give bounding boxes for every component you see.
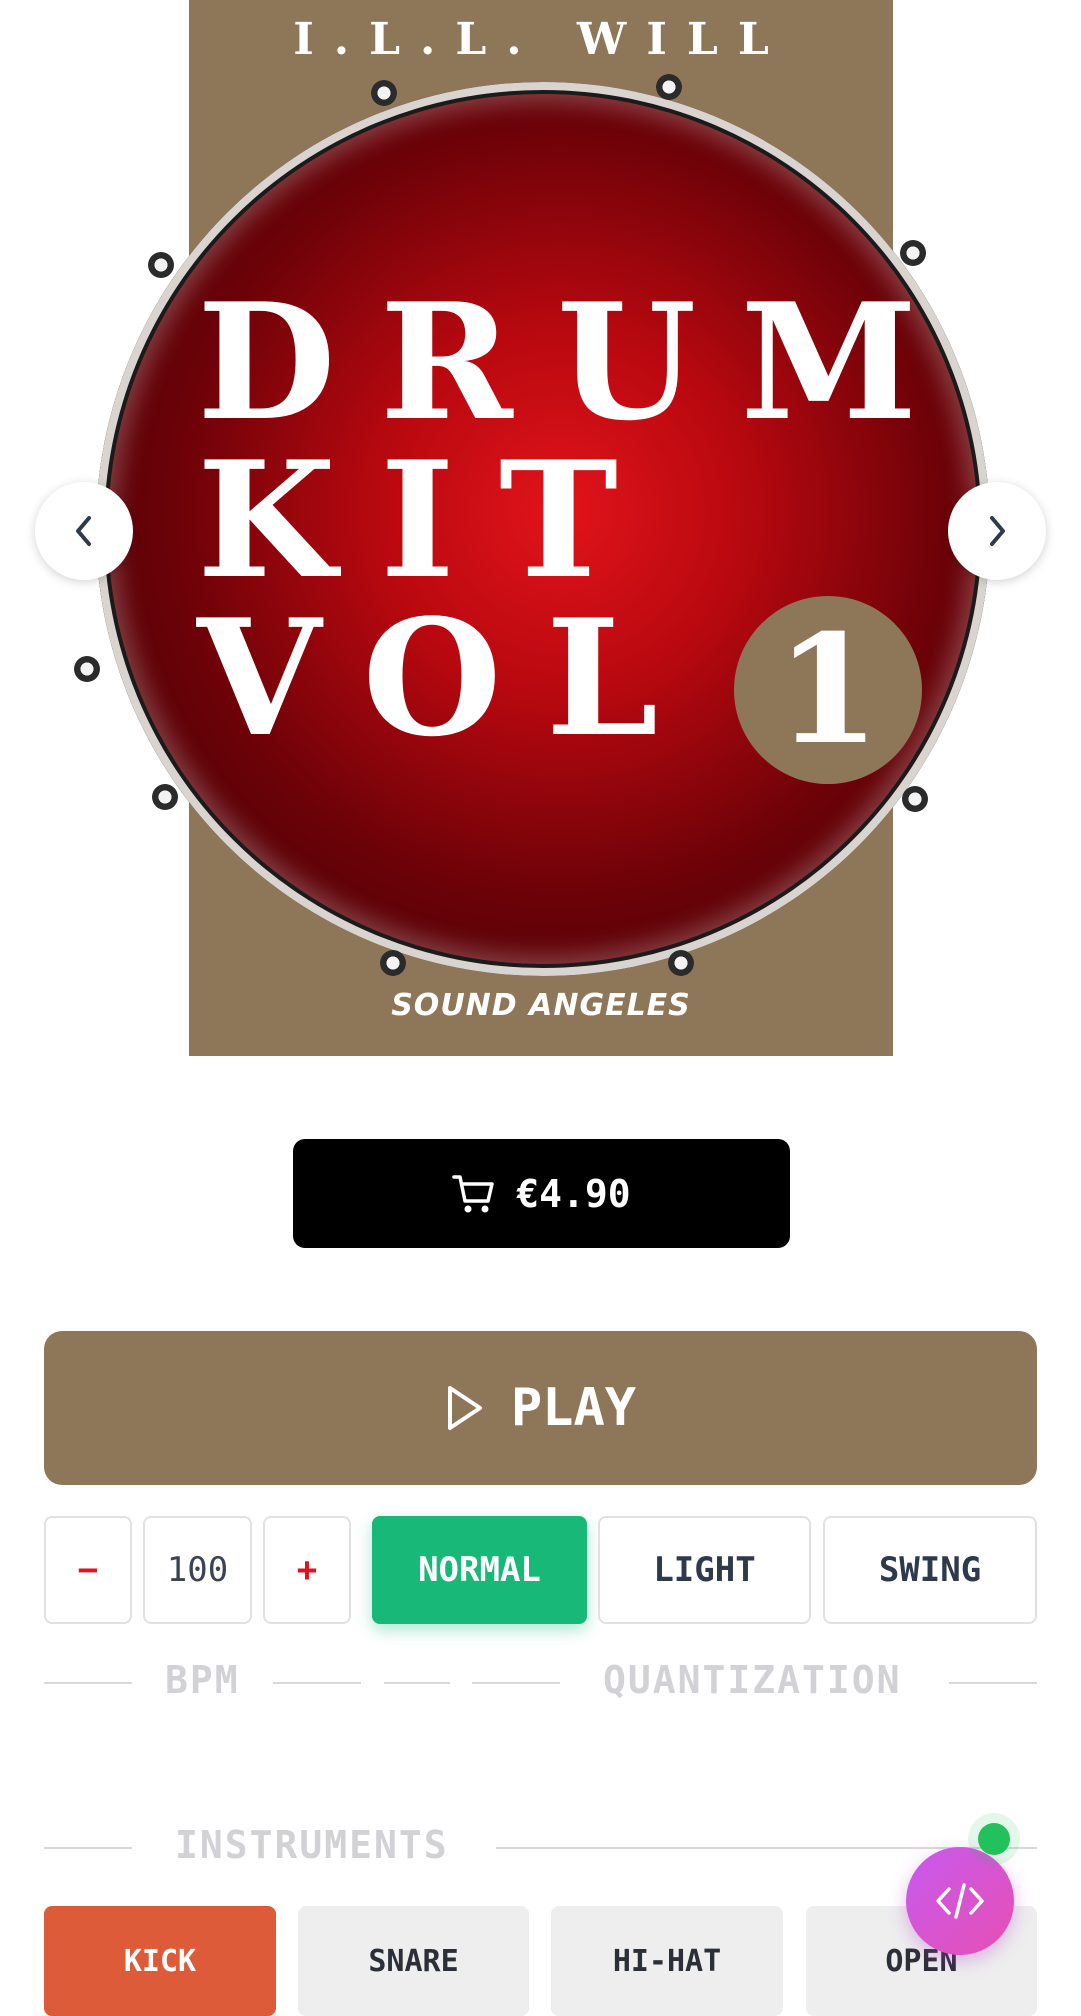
volume-badge: 1 — [734, 596, 922, 784]
divider — [44, 1682, 132, 1684]
carousel-prev-button[interactable] — [35, 482, 133, 580]
bpm-increment-button[interactable]: + — [263, 1516, 351, 1624]
cover-title-line2: KIT — [197, 426, 662, 614]
quantization-section-label: QUANTIZATION — [603, 1658, 902, 1702]
drum-lug — [656, 74, 682, 100]
code-fab-button[interactable] — [906, 1847, 1014, 1955]
drum-lug — [74, 656, 100, 682]
quantization-swing-button[interactable]: SWING — [823, 1516, 1037, 1624]
cover-title-line1: DRUM — [197, 268, 962, 456]
cart-icon — [452, 1174, 495, 1212]
quantization-normal-button[interactable]: NORMAL — [372, 1516, 587, 1624]
play-button[interactable]: PLAY — [44, 1331, 1037, 1485]
cover-title-line3: VOL — [197, 584, 703, 772]
drum-lug — [152, 784, 178, 810]
drum-lug — [900, 240, 926, 266]
divider — [44, 1847, 132, 1849]
code-icon — [936, 1883, 984, 1919]
carousel-next-button[interactable] — [948, 482, 1046, 580]
cover-artist: I.L.L. WILL — [293, 14, 789, 65]
instrument-snare-button[interactable]: SNARE — [298, 1906, 529, 2016]
instruments-section-label: INSTRUMENTS — [175, 1823, 449, 1867]
divider — [949, 1682, 1037, 1684]
divider — [384, 1682, 450, 1684]
chevron-left-icon — [76, 516, 91, 546]
instrument-kick-button[interactable]: KICK — [44, 1906, 276, 2016]
play-icon — [447, 1386, 482, 1430]
drum-lug — [668, 950, 694, 976]
drum-lug — [371, 80, 397, 106]
buy-button[interactable]: €4.90 — [293, 1139, 790, 1248]
price-label: €4.90 — [516, 1171, 631, 1216]
instrument-hihat-button[interactable]: HI-HAT — [551, 1906, 783, 2016]
bpm-value[interactable]: 100 — [143, 1516, 252, 1624]
bpm-section-label: BPM — [165, 1658, 240, 1702]
label-logo: SOUND ANGELES — [391, 988, 691, 1023]
drum-lug — [380, 950, 406, 976]
drum-lug — [148, 252, 174, 278]
bpm-decrement-button[interactable]: − — [44, 1516, 132, 1624]
play-label: PLAY — [510, 1378, 637, 1438]
divider — [472, 1682, 560, 1684]
quantization-light-button[interactable]: LIGHT — [598, 1516, 811, 1624]
chevron-right-icon — [990, 516, 1005, 546]
divider — [273, 1682, 361, 1684]
online-status-indicator — [978, 1823, 1010, 1855]
drum-lug — [902, 786, 928, 812]
